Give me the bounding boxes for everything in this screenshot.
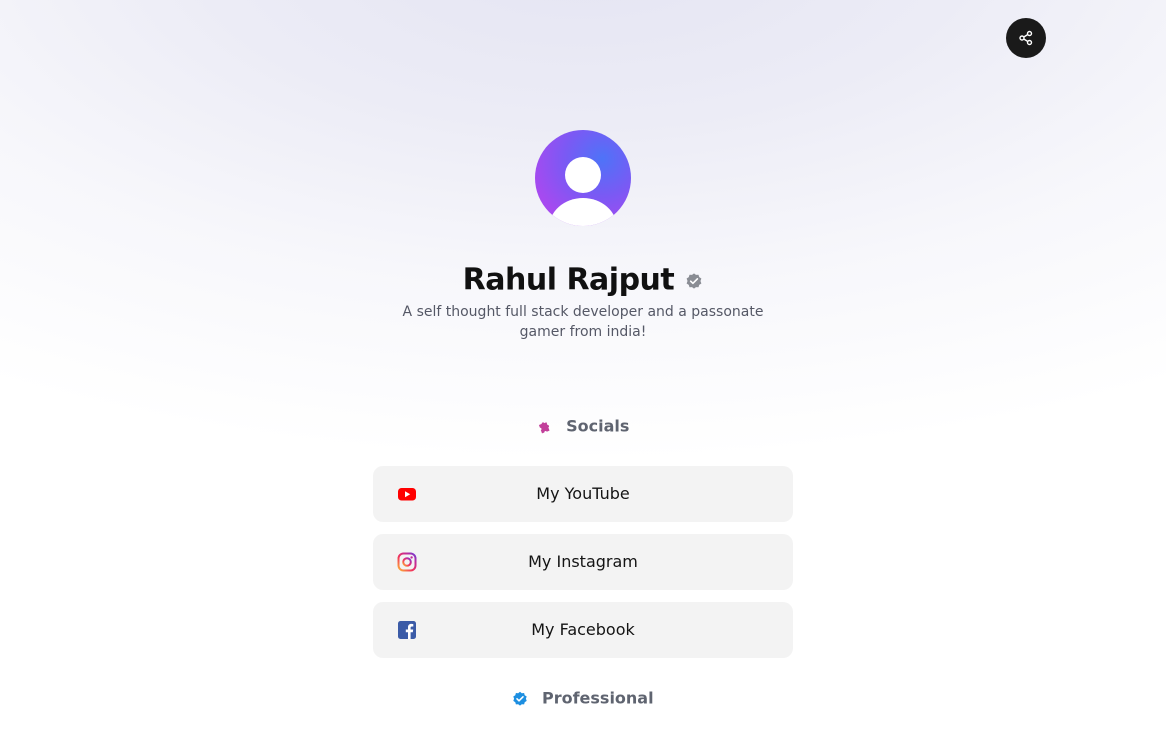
section-header-professional: Professional	[0, 686, 1166, 710]
user-avatar-icon	[565, 157, 601, 193]
link-button-instagram[interactable]: My Instagram	[373, 534, 793, 590]
share-button[interactable]	[1006, 18, 1046, 58]
profile-name-row: Rahul Rajput	[0, 258, 1166, 302]
link-button-facebook[interactable]: My Facebook	[373, 602, 793, 658]
puzzle-icon	[538, 421, 550, 433]
link-button-youtube[interactable]: My YouTube	[373, 466, 793, 522]
share-icon	[1019, 30, 1033, 46]
profile-bio: A self thought full stack developer and …	[402, 304, 764, 340]
verified-badge-icon	[686, 272, 702, 289]
section-header-socials: Socials	[0, 414, 1166, 438]
link-label: My Facebook	[531, 620, 635, 639]
section-title: Socials	[566, 416, 630, 436]
link-label: My Instagram	[528, 552, 638, 571]
profile-name: Rahul Rajput	[462, 262, 675, 298]
avatar	[535, 130, 631, 226]
section-title: Professional	[541, 688, 654, 708]
verified-check-icon	[513, 691, 528, 706]
link-label: My YouTube	[536, 484, 630, 503]
